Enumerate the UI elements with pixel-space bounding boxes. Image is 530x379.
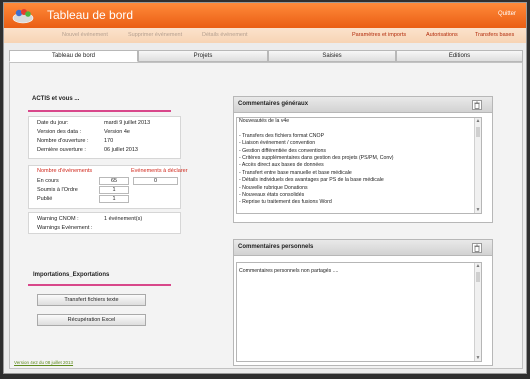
- scroll-thumb[interactable]: [476, 127, 480, 137]
- events-box: Nombre d'événements Evénements à déclare…: [28, 165, 188, 209]
- actis-section-title: ACTIS et vous ...: [32, 96, 80, 102]
- transfer-text-files-button[interactable]: Transfert fichiers texte: [37, 294, 146, 306]
- scroll-up-icon[interactable]: ▲: [475, 263, 481, 269]
- in-progress-value: 65: [99, 177, 129, 185]
- tab-editions[interactable]: Editions: [396, 50, 523, 62]
- authorizations-link[interactable]: Autorisations: [426, 32, 458, 38]
- transfer-bases-link[interactable]: Transfers bases: [475, 32, 514, 38]
- comment-line: - Nouvelle rubrique Donations: [239, 184, 308, 191]
- open-count-value: 170: [104, 138, 114, 144]
- scroll-down-icon[interactable]: ▼: [475, 207, 481, 213]
- comment-line: Nouveautés de la v4e: [239, 118, 290, 124]
- tab-entries[interactable]: Saisies: [268, 50, 396, 62]
- tab-dashboard[interactable]: Tableau de bord: [9, 50, 138, 62]
- general-comments-text: Nouveautés de la v4e - Transfers des fic…: [237, 118, 481, 207]
- last-open-label: Dernière ouverture :: [37, 147, 86, 153]
- published-label: Publié: [37, 196, 53, 202]
- submitted-value: 1: [99, 186, 129, 194]
- cnom-warning-label: Warning CNOM :: [37, 216, 79, 222]
- personal-comments-scrollbar[interactable]: ▲ ▼: [474, 263, 481, 361]
- warnings-box: Warning CNOM : 1 événement(s) Warnings E…: [28, 212, 181, 234]
- settings-imports-link[interactable]: Paramètres et imports: [352, 32, 406, 38]
- general-comments-scrollbar[interactable]: ▲ ▼: [474, 118, 481, 213]
- open-count-label: Nombre d'ouverture :: [37, 138, 89, 144]
- events-to-declare-header: Evénements à déclarer: [131, 168, 188, 174]
- comment-line: - Transfert entre base manuelle et base …: [239, 169, 352, 176]
- submitted-label: Soumis à l'Ordre: [37, 187, 78, 193]
- data-version-label: Version des data :: [37, 129, 82, 135]
- date-label: Date du jour:: [37, 120, 69, 126]
- page-title: Tableau de bord: [47, 8, 134, 22]
- data-version-value: Version 4e: [104, 129, 130, 135]
- scroll-thumb[interactable]: [476, 272, 480, 282]
- tab-projects[interactable]: Projets: [138, 50, 268, 62]
- comment-line: - Liaison événement / convention: [239, 140, 316, 147]
- version-link[interactable]: Version 4e2 du 08 juillet 2013: [14, 360, 73, 365]
- general-comments-textarea[interactable]: Nouveautés de la v4e - Transfers des fic…: [236, 117, 482, 214]
- quit-button[interactable]: Quitter: [498, 11, 516, 17]
- comment-line: [237, 125, 481, 132]
- to-declare-value: 0: [133, 177, 178, 185]
- in-progress-label: En cours: [37, 178, 59, 184]
- import-export-title: Importations_Exportations: [33, 272, 110, 278]
- comment-line: - Critères supplémentaires dans gestion …: [239, 155, 394, 162]
- trash-icon[interactable]: [472, 243, 482, 253]
- comment-line: - Reprise tu traitement des fusions Word: [239, 199, 332, 206]
- personal-comments-header: Commentaires personnels: [234, 240, 492, 256]
- app-logo-icon: [12, 7, 34, 24]
- comment-line: - Transfers des fichiers format CNOP: [239, 132, 325, 139]
- comment-line: - Détails individuels des avantages par …: [239, 177, 384, 184]
- actis-info-box: Date du jour: mardi 9 juillet 2013 Versi…: [28, 116, 181, 159]
- personal-comments-box: Commentaires personnels Commentaires per…: [233, 239, 493, 366]
- tab-bar: Tableau de bord Projets Saisies Editions: [9, 50, 523, 62]
- section-divider: [28, 110, 171, 112]
- comment-line: - Nouveaux états consolidés: [239, 192, 305, 199]
- scroll-down-icon[interactable]: ▼: [475, 355, 481, 361]
- section-divider: [28, 284, 171, 286]
- event-warning-label: Warnings Evènement :: [37, 225, 93, 231]
- event-count-header: Nombre d'événements: [37, 168, 93, 174]
- personal-comments-textarea[interactable]: Commentaires personnels non partagés ...…: [236, 262, 482, 362]
- comment-line: - Accès direct aux bases de données: [239, 162, 324, 169]
- trash-icon[interactable]: [472, 100, 482, 110]
- general-comments-header: Commentaires généraux: [234, 97, 492, 113]
- general-comments-box: Commentaires généraux Nouveautés de la v…: [233, 96, 493, 223]
- date-value: mardi 9 juillet 2013: [104, 120, 151, 126]
- event-details-button[interactable]: Détails événement: [202, 32, 248, 38]
- published-value: 1: [99, 195, 129, 203]
- excel-recovery-button[interactable]: Récupération Excel: [37, 314, 146, 326]
- general-comments-title: Commentaires généraux: [238, 101, 309, 107]
- personal-comments-title: Commentaires personnels: [238, 244, 314, 250]
- personal-comments-text: Commentaires personnels non partagés ...…: [239, 268, 339, 274]
- comment-line: - Gestion différentiée des conventions: [239, 147, 326, 154]
- app-header: Tableau de bord Quitter: [4, 3, 526, 28]
- cnom-warning-value: 1 événement(s): [104, 216, 143, 222]
- new-event-button[interactable]: Nouvel événement: [62, 32, 108, 38]
- scroll-up-icon[interactable]: ▲: [475, 118, 481, 124]
- action-bar: Nouvel événement Supprimer événement Dét…: [4, 28, 526, 43]
- delete-event-button[interactable]: Supprimer événement: [128, 32, 182, 38]
- last-open-value: 06 juillet 2013: [104, 147, 138, 153]
